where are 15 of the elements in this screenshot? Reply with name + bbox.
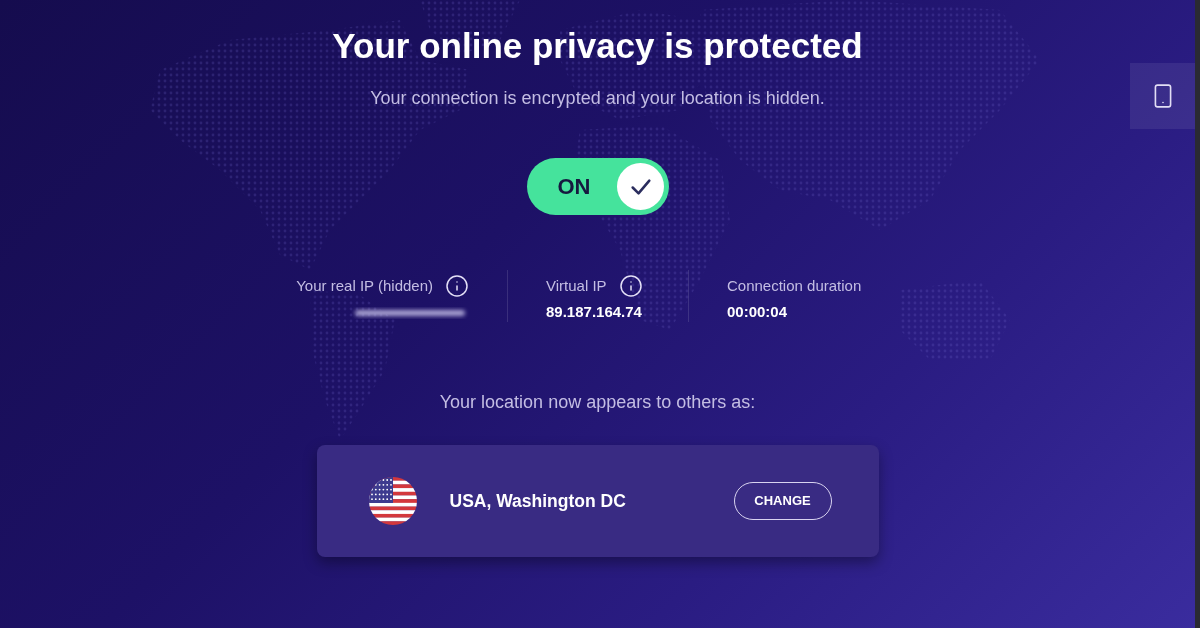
phone-button[interactable] bbox=[1130, 63, 1195, 129]
on-off-toggle[interactable]: ON bbox=[526, 158, 669, 215]
page-subtitle: Your connection is encrypted and your location is hidden. bbox=[370, 87, 825, 109]
stat-value: 89.187.164.74 bbox=[546, 303, 642, 321]
flag-icon bbox=[368, 477, 417, 525]
stat-value: 00:00:04 bbox=[727, 303, 788, 321]
stat-label: Connection duration bbox=[727, 276, 862, 296]
stat-label: Virtual IP bbox=[546, 276, 607, 296]
check-icon bbox=[616, 163, 664, 210]
page-title: Your online privacy is protected bbox=[332, 26, 863, 66]
location-prompt: Your location now appears to others as: bbox=[439, 391, 756, 413]
location-name: USA, Washington DC bbox=[449, 489, 627, 513]
info-icon[interactable] bbox=[445, 274, 469, 298]
stat-label: Your real IP (hidden) bbox=[296, 276, 433, 296]
info-icon[interactable] bbox=[618, 274, 643, 298]
